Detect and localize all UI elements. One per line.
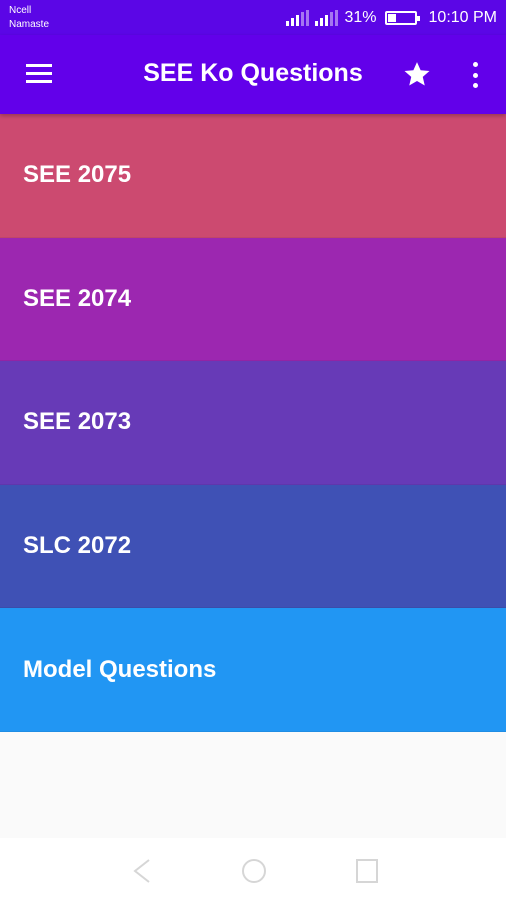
battery-fill <box>387 14 397 22</box>
battery-icon <box>384 11 420 25</box>
status-bar: Ncell Namaste 31% 10:10 PM <box>0 0 506 35</box>
list-item-label: SEE 2073 <box>23 408 132 436</box>
list-item[interactable]: SEE 2073 <box>0 361 506 485</box>
list-item-label: Model Questions <box>23 655 217 683</box>
list-item-label: SLC 2072 <box>23 532 132 560</box>
question-list: SEE 2075 SEE 2074 SEE 2073 SLC 2072 Model Qu… <box>0 114 506 732</box>
more-vert-icon <box>472 62 478 67</box>
home-button[interactable] <box>239 856 269 886</box>
clock: 10:10 PM <box>428 9 497 26</box>
list-item[interactable]: SEE 2074 <box>0 237 506 362</box>
carrier-name: Ncell <box>9 5 32 16</box>
signal-icon-2 <box>315 10 339 26</box>
status-indicators: 31% 10:10 PM <box>286 7 497 29</box>
carrier-greeting: Namaste <box>9 19 50 30</box>
home-icon <box>242 859 266 883</box>
app-bar: SEE Ko Questions <box>0 35 506 114</box>
signal-icon <box>286 10 310 26</box>
battery-percent: 31% <box>344 9 377 26</box>
favorites-button[interactable] <box>398 55 436 93</box>
back-icon <box>133 859 150 883</box>
list-item-label: SEE 2074 <box>23 284 132 312</box>
navigation-bar <box>0 838 506 900</box>
list-item[interactable]: SLC 2072 <box>0 484 506 609</box>
list-item-label: SEE 2075 <box>23 161 132 189</box>
carrier-info: Ncell Namaste <box>9 4 49 32</box>
more-options-button[interactable] <box>462 59 488 91</box>
recents-button[interactable] <box>352 856 382 886</box>
list-item[interactable]: SEE 2075 <box>0 114 506 238</box>
list-item[interactable]: Model Questions <box>0 608 506 732</box>
back-button[interactable] <box>127 856 157 886</box>
star-icon <box>404 62 430 86</box>
recents-icon <box>356 859 378 883</box>
